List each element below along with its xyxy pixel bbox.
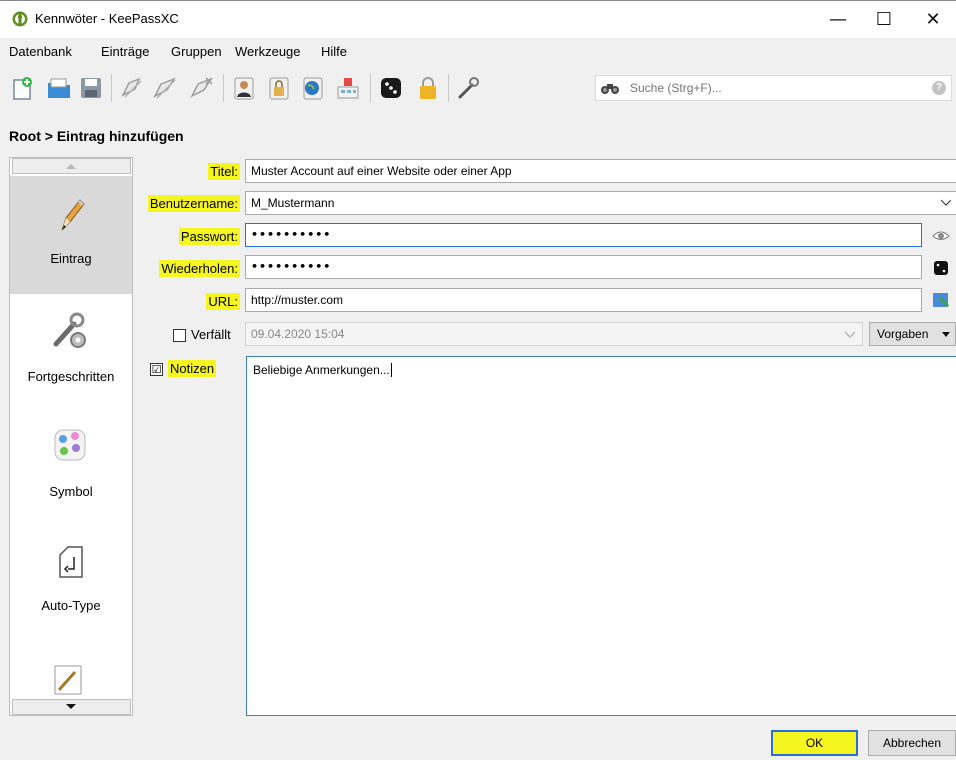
menu-hilfe[interactable]: Hilfe: [321, 44, 347, 59]
category-eintrag[interactable]: [10, 176, 132, 294]
save-database-icon[interactable]: [78, 75, 104, 101]
settings-icon[interactable]: [455, 75, 481, 101]
search-input[interactable]: [630, 78, 910, 98]
toolbar-separator: [223, 74, 224, 102]
new-database-icon[interactable]: [10, 75, 36, 101]
copy-url-icon[interactable]: [300, 75, 326, 101]
category-label: Fortgeschritten: [27, 369, 115, 384]
pencil-icon[interactable]: [53, 664, 83, 696]
url-label: URL:: [206, 293, 240, 310]
title-field[interactable]: Muster Account auf einer Website oder ei…: [245, 159, 956, 183]
menu-gruppen[interactable]: Gruppen: [171, 44, 222, 59]
menu-werkzeuge[interactable]: Werkzeuge: [235, 44, 301, 59]
expires-label: Verfällt: [191, 327, 231, 342]
repeat-password-field[interactable]: ••••••••••: [245, 255, 922, 279]
notes-checkbox[interactable]: ☑: [150, 363, 163, 376]
chevron-down-icon: [845, 331, 855, 338]
category-label: Eintrag: [50, 251, 92, 266]
close-button[interactable]: ✕: [910, 0, 956, 38]
menu-datenbank[interactable]: Datenbank: [9, 44, 72, 59]
pencil-icon: [61, 199, 85, 231]
open-url-icon[interactable]: [930, 288, 952, 312]
page-title: Root > Eintrag hinzufügen: [9, 128, 184, 144]
toolbar-separator: [448, 74, 449, 102]
toolbar-separator: [111, 74, 112, 102]
wrench-gear-icon: [53, 312, 86, 348]
scroll-up-button[interactable]: [12, 158, 131, 174]
presets-label: Vorgaben: [877, 327, 929, 341]
eye-toggle-icon[interactable]: [930, 223, 952, 247]
toolbar-separator: [370, 74, 371, 102]
category-label: Auto-Type: [41, 598, 101, 613]
text-cursor: ​: [390, 363, 392, 377]
expires-checkbox[interactable]: [173, 329, 186, 342]
scroll-down-button[interactable]: [12, 699, 131, 715]
return-key-icon: [59, 546, 83, 578]
search-help-icon[interactable]: ?: [932, 81, 946, 95]
copy-password-icon[interactable]: [266, 75, 292, 101]
url-field[interactable]: http://muster.com: [245, 288, 922, 312]
notes-textarea[interactable]: Beliebige Anmerkungen...​: [246, 356, 956, 716]
binoculars-icon: [601, 84, 619, 94]
category-label: Symbol: [49, 484, 93, 499]
presets-button[interactable]: Vorgaben: [869, 322, 956, 346]
add-entry-icon[interactable]: [119, 75, 145, 101]
window-title: Kennwöter - KeePassXC: [35, 11, 179, 26]
username-field[interactable]: M_Mustermann: [245, 191, 956, 215]
title-label: Titel:: [208, 163, 240, 180]
palette-icon: [54, 429, 86, 461]
ok-button[interactable]: OK: [771, 730, 858, 756]
maximize-button[interactable]: ☐: [861, 0, 907, 38]
expires-date-field: 09.04.2020 15:04: [245, 322, 863, 346]
keepassxc-logo-icon: [12, 11, 28, 27]
lock-database-icon[interactable]: [415, 75, 441, 101]
password-generator-icon[interactable]: [378, 75, 404, 101]
chevron-down-icon: [66, 704, 76, 709]
edit-entry-icon[interactable]: [152, 75, 178, 101]
password-field[interactable]: ••••••••••: [245, 223, 922, 247]
notes-label: Notizen: [168, 360, 217, 377]
menu-eintraege[interactable]: Einträge: [101, 44, 149, 59]
username-value: M_Mustermann: [251, 196, 335, 210]
auto-type-icon[interactable]: [335, 75, 361, 101]
minimize-button[interactable]: —: [815, 0, 861, 38]
notes-text: Beliebige Anmerkungen...: [253, 363, 390, 377]
chevron-down-icon[interactable]: [941, 199, 951, 207]
username-label: Benutzername:: [147, 195, 240, 212]
delete-entry-icon[interactable]: [189, 75, 215, 101]
dice-generator-icon[interactable]: [930, 255, 952, 279]
repeat-label: Wiederholen:: [159, 260, 240, 277]
password-label: Passwort:: [178, 228, 240, 245]
copy-username-icon[interactable]: [231, 75, 257, 101]
cancel-button[interactable]: Abbrechen: [868, 730, 956, 756]
open-database-icon[interactable]: [46, 75, 72, 101]
chevron-up-icon: [66, 164, 76, 169]
caret-down-icon: [942, 332, 950, 337]
